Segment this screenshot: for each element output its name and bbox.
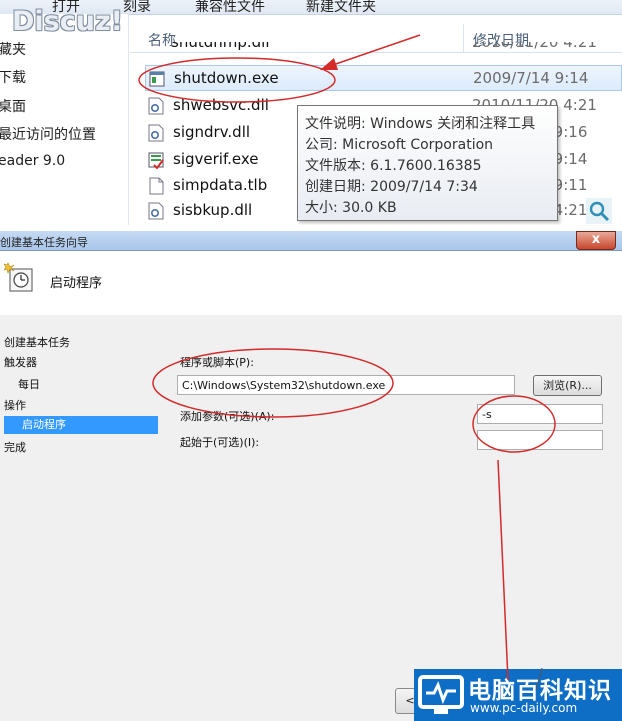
wizard-title-bar: 创建基本任务向导: [0, 231, 622, 251]
file-date: 2009/7/14 9:14: [473, 69, 589, 87]
arguments-input[interactable]: -s: [477, 404, 603, 424]
toolbar-new-folder-button[interactable]: 新建文件夹: [306, 0, 376, 16]
nav-item-reader[interactable]: eader 9.0: [0, 153, 65, 169]
start-in-label: 起始于(可选)(I):: [180, 436, 260, 449]
tooltip-created: 创建日期: 2009/7/14 7:34: [305, 179, 478, 195]
dll-gear-icon: [148, 124, 164, 142]
step-finish: 完成: [4, 441, 26, 454]
exe-window-icon: [149, 71, 165, 87]
tooltip-company: 公司: Microsoft Corporation: [305, 137, 494, 153]
nav-item-recent-places[interactable]: 最近访问的位置: [0, 124, 96, 144]
wizard-body: 创建基本任务 触发器 每日 操作 启动程序 完成 程序或脚本(P): C:\Wi…: [0, 315, 622, 721]
program-script-label: 程序或脚本(P):: [180, 356, 254, 369]
wizard-title: 创建基本任务向导: [0, 236, 88, 249]
file-name: simpdata.tlb: [173, 176, 268, 194]
arguments-label: 添加参数(可选)(A):: [180, 410, 275, 423]
nav-item-desktop[interactable]: 桌面: [0, 96, 26, 116]
file-row-partial[interactable]: shutdnmp.dll 2010/11/20 4:21: [145, 42, 622, 56]
task-clock-icon: [4, 262, 33, 292]
file-name: sisbkup.dll: [173, 201, 253, 219]
step-daily: 每日: [18, 378, 40, 391]
monitor-logo-icon: [418, 675, 464, 714]
file-name: shwebsvc.dll: [173, 96, 269, 114]
program-script-input[interactable]: C:\Windows\System32\shutdown.exe: [177, 375, 515, 395]
toolbar-compat-button[interactable]: 兼容性文件: [195, 0, 265, 16]
file-name: sigverif.exe: [173, 150, 259, 168]
step-create-task: 创建基本任务: [4, 336, 70, 349]
tooltip-description: 文件说明: Windows 关闭和注释工具: [305, 116, 536, 132]
file-row-shutdown[interactable]: shutdown.exe 2009/7/14 9:14: [145, 65, 622, 91]
browse-button[interactable]: 浏览(R)...: [533, 375, 602, 396]
file-name: signdrv.dll: [173, 123, 251, 141]
dll-gear-icon: [148, 202, 164, 220]
start-in-input[interactable]: [477, 430, 603, 450]
magnifier-icon[interactable]: [586, 198, 612, 224]
nav-item-favorites[interactable]: 藏夹: [0, 39, 26, 59]
step-start-program: 启动程序: [4, 416, 158, 434]
navigation-pane: 藏夹 下载 桌面 最近访问的位置 eader 9.0: [0, 14, 129, 225]
watermark-url: www.pc-daily.com: [470, 701, 578, 715]
close-button[interactable]: x: [576, 231, 616, 250]
explorer-window: 打开 刻录 兼容性文件 新建文件夹 藏夹 下载 桌面 最近访问的位置 eader…: [0, 0, 622, 225]
dll-gear-icon: [148, 97, 164, 115]
step-action: 操作: [4, 399, 26, 412]
file-name: shutdown.exe: [174, 69, 279, 87]
file-info-tooltip: 文件说明: Windows 关闭和注释工具 公司: Microsoft Corp…: [297, 105, 558, 221]
discuz-logo: Discuz!: [12, 6, 123, 37]
tooltip-version: 文件版本: 6.1.7600.16385: [305, 158, 482, 174]
basic-task-wizard: 创建基本任务向导 x 启动程序 创建基本任务 触发器 每日 操作 启动程序 完成…: [0, 231, 622, 721]
nav-item-downloads[interactable]: 下载: [0, 67, 26, 87]
step-trigger: 触发器: [4, 356, 37, 369]
wizard-page-title: 启动程序: [50, 276, 103, 291]
sigverif-check-icon: [148, 152, 164, 169]
watermark-title: 电脑百科知识: [468, 678, 612, 704]
tooltip-size: 大小: 30.0 KB: [305, 200, 397, 216]
blank-file-icon: [149, 177, 164, 195]
